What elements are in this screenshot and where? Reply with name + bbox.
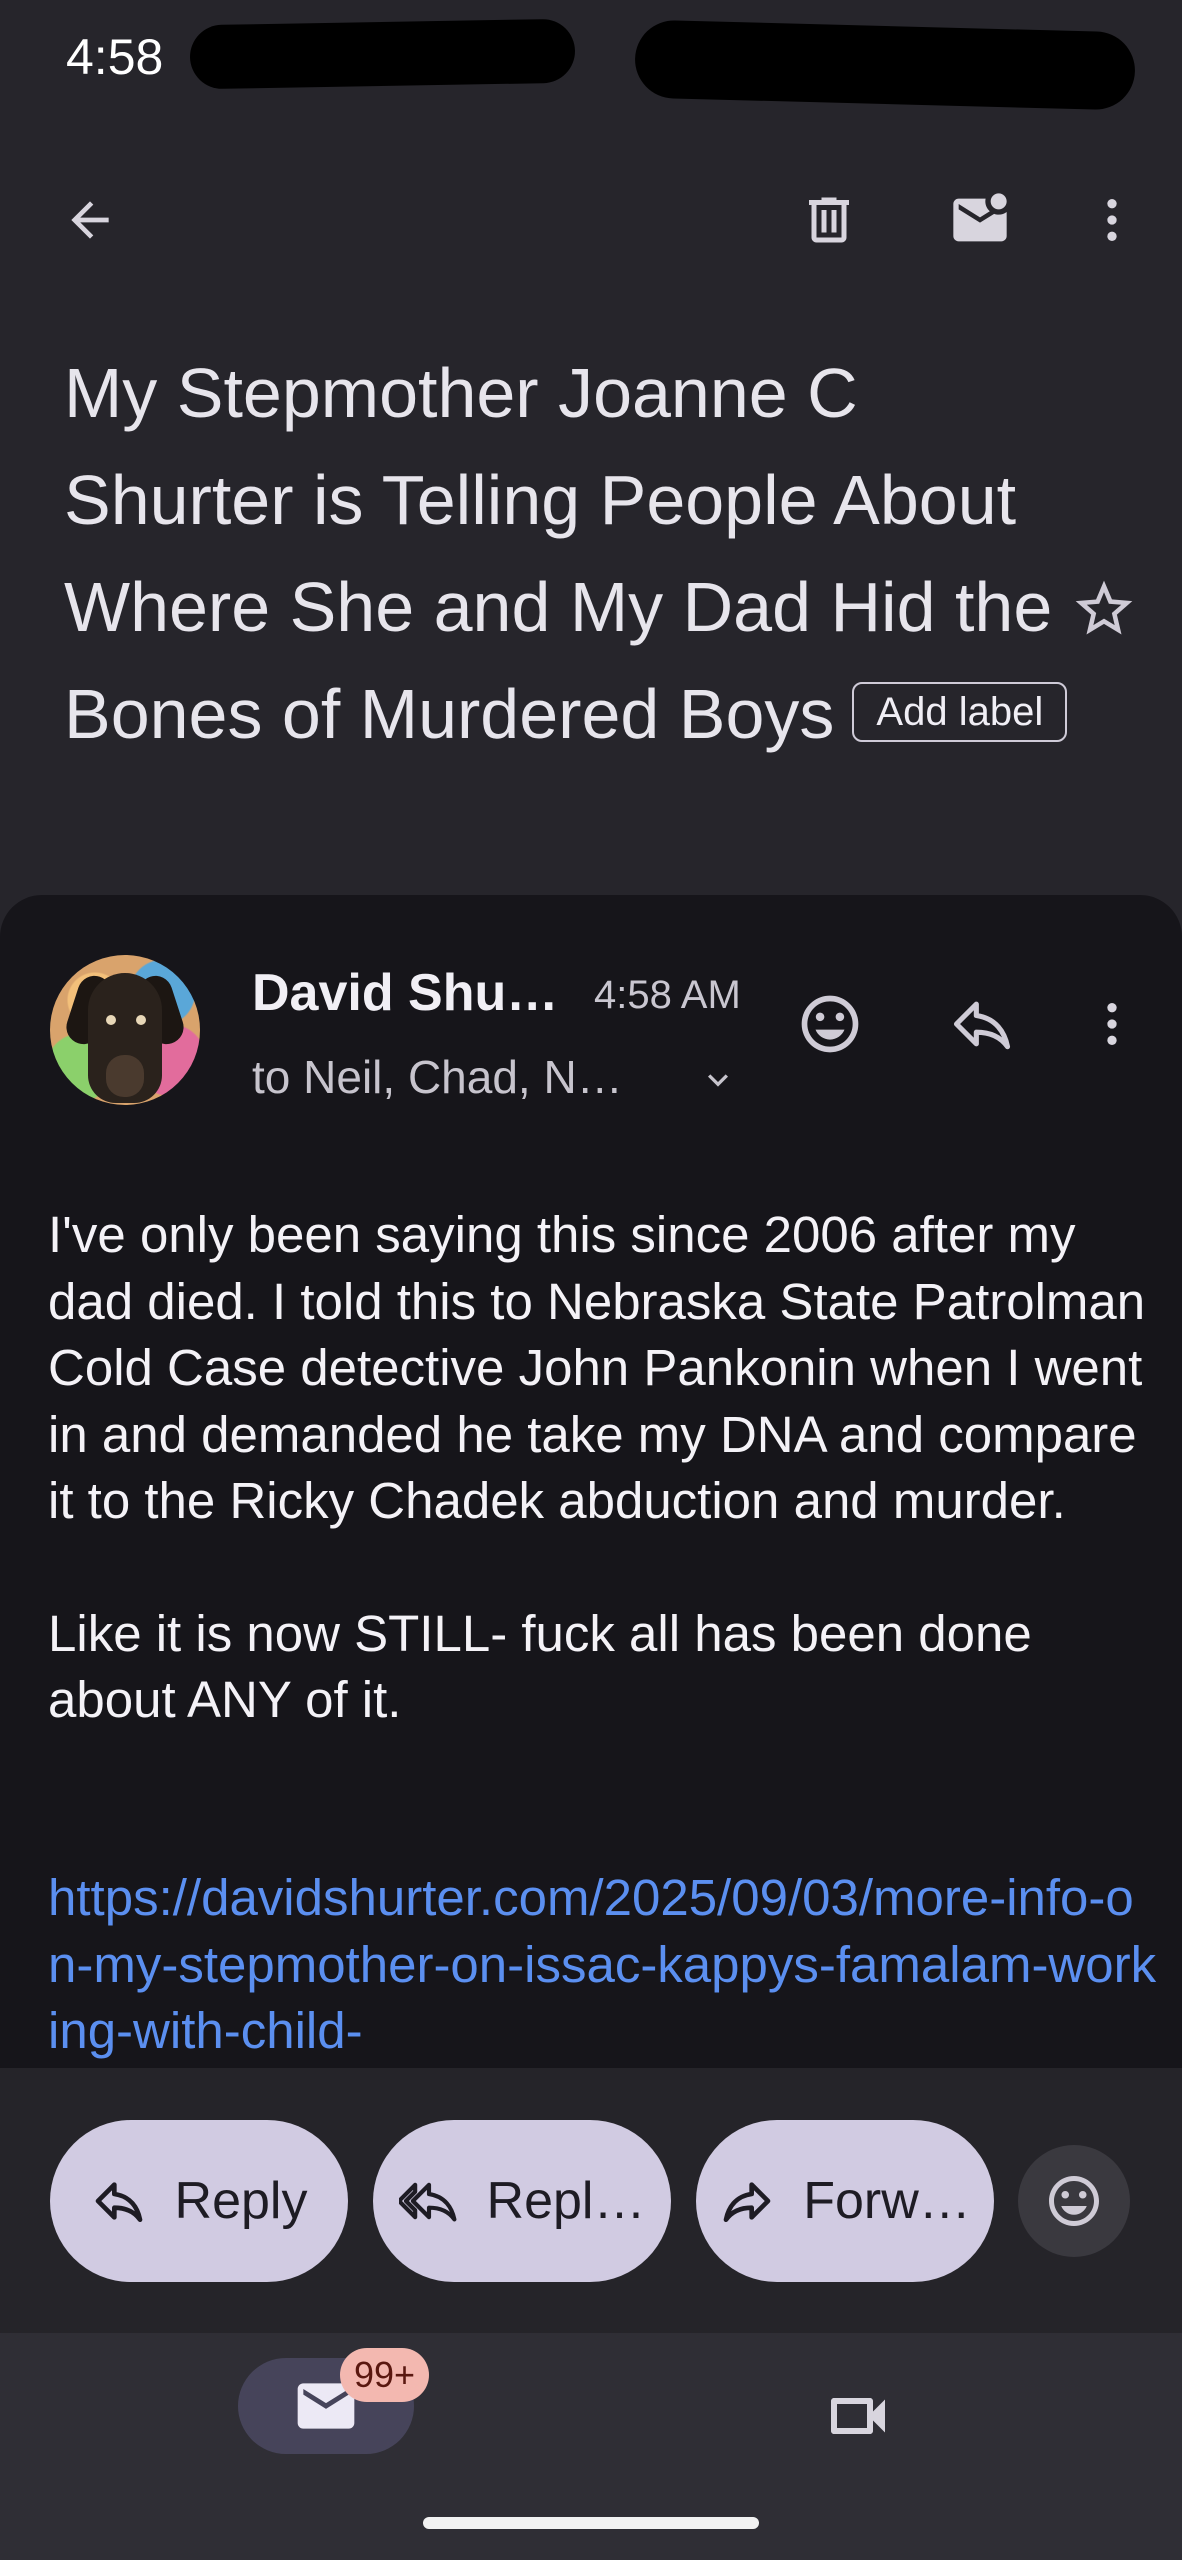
arrow-back-icon[interactable]	[50, 180, 130, 260]
home-indicator[interactable]	[423, 2517, 759, 2529]
forward-label: Forw…	[803, 2172, 971, 2230]
mail-unread-icon[interactable]	[940, 180, 1020, 260]
reply-icon	[95, 2182, 142, 2222]
sender-name[interactable]: David Shu…	[252, 963, 558, 1023]
reply-icon[interactable]	[940, 982, 1024, 1066]
star-icon[interactable]	[1070, 575, 1138, 643]
message-more-icon[interactable]	[1072, 982, 1152, 1066]
sent-time: 4:58 AM	[594, 973, 741, 1017]
redaction-mark	[189, 18, 576, 90]
emoji-react-button[interactable]	[1018, 2145, 1130, 2257]
chevron-down-icon[interactable]	[698, 1060, 738, 1100]
forward-icon	[723, 2182, 771, 2222]
email-subject: My Stepmother Joanne C Shurter is Tellin…	[64, 340, 1084, 768]
video-camera-icon	[831, 2398, 885, 2434]
add-label-button[interactable]: Add label	[852, 681, 1068, 742]
reply-all-icon	[398, 2182, 456, 2222]
dog-snout	[106, 1055, 144, 1097]
redaction-mark	[634, 19, 1136, 111]
dog-eye	[106, 1015, 116, 1025]
body-paragraph: I've only been saying this since 2006 af…	[48, 1206, 1146, 1529]
body-paragraph: Like it is now STILL- fuck all has been …	[48, 1604, 1032, 1729]
trash-icon[interactable]	[789, 180, 869, 260]
emoji-icon	[1049, 2176, 1099, 2226]
add-reaction-icon[interactable]	[788, 982, 872, 1066]
status-time: 4:58	[66, 29, 164, 85]
dog-eye	[136, 1015, 146, 1025]
forward-button[interactable]: Forw…	[696, 2120, 994, 2282]
reply-all-button[interactable]: Repl…	[373, 2120, 671, 2282]
status-bar: 4:58	[0, 0, 1182, 120]
reply-button[interactable]: Reply	[50, 2120, 348, 2282]
message-body: I've only been saying this since 2006 af…	[48, 1202, 1148, 1800]
recipients[interactable]: to Neil, Chad, N…	[252, 1050, 623, 1104]
avatar[interactable]	[50, 955, 200, 1105]
nav-meet-tab[interactable]	[822, 2380, 894, 2452]
body-link[interactable]: https://davidshurter.com/2025/09/03/more…	[48, 1865, 1158, 2065]
subject-area: My Stepmother Joanne C Shurter is Tellin…	[64, 340, 1084, 768]
reply-all-label: Repl…	[486, 2172, 646, 2230]
toolbar	[0, 150, 1182, 290]
reply-label: Reply	[174, 2172, 308, 2230]
more-vert-icon[interactable]	[1072, 180, 1152, 260]
unread-badge: 99+	[340, 2348, 430, 2402]
